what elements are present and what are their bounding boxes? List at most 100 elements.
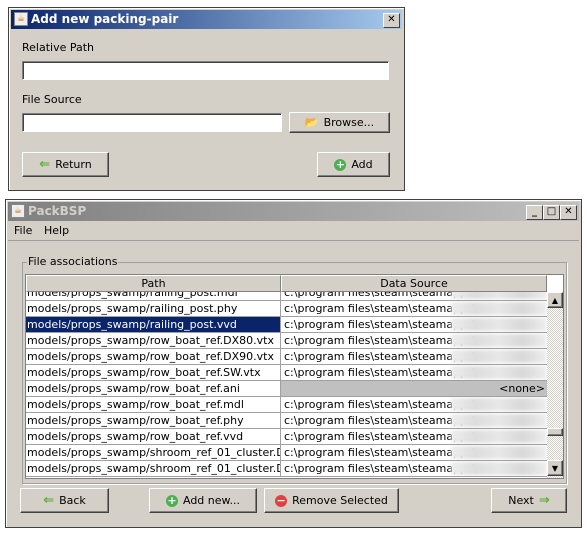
redacted-blur — [451, 414, 547, 427]
vertical-scrollbar[interactable]: ▲ ▼ — [547, 292, 563, 478]
table-row[interactable]: models/props_swamp/row_boat_ref.mdl c:\pr… — [26, 397, 547, 413]
redacted-blur — [451, 350, 547, 363]
data-source-cell[interactable]: c:\program files\steam\steamapps\ — [281, 317, 547, 332]
data-source-text: c:\program files\steam\steamapps\ — [284, 350, 477, 363]
table-body: models/props_swamp/railing_post.mdl c:\pr… — [26, 285, 547, 478]
add-pair-dialog: ☕ Add new packing-pair ✕ Relative Path F… — [8, 7, 405, 191]
next-button[interactable]: Next ⇒ — [491, 488, 567, 513]
path-cell[interactable]: models/props_swamp/railing_post.vvd — [26, 317, 281, 332]
scroll-up-button[interactable]: ▲ — [547, 292, 563, 308]
redacted-blur — [451, 366, 547, 379]
data-source-text: c:\program files\steam\steamapps\ — [284, 446, 477, 459]
scroll-thumb[interactable] — [547, 428, 563, 436]
java-icon: ☕ — [14, 12, 28, 26]
column-header-data-source[interactable]: Data Source — [281, 275, 547, 292]
add-new-button[interactable]: + Add new... — [149, 488, 257, 513]
minimize-button[interactable]: _ — [526, 205, 543, 220]
main-title: PackBSP — [28, 204, 87, 218]
browse-button[interactable]: 📂 Browse... — [289, 112, 390, 133]
close-button[interactable]: ✕ — [560, 205, 577, 220]
path-cell[interactable]: models/props_swamp/row_boat_ref.vvd — [26, 429, 281, 444]
table-row[interactable]: models/props_swamp/row_boat_ref.DX90.vtx… — [26, 349, 547, 365]
dialog-title-bar[interactable]: ☕ Add new packing-pair ✕ — [11, 10, 402, 29]
remove-selected-button[interactable]: − Remove Selected — [264, 488, 399, 513]
path-cell[interactable]: models/props_swamp/shroom_ref_01_cluster… — [26, 461, 281, 476]
plus-circle-icon: + — [165, 493, 178, 507]
path-cell[interactable]: models/props_swamp/row_boat_ref.SW.vtx — [26, 365, 281, 380]
main-title-bar[interactable]: ☕ PackBSP _ □ ✕ — [8, 202, 579, 221]
data-source-cell[interactable]: c:\program files\steam\steamapps\ — [281, 461, 547, 476]
data-source-text: c:\program files\steam\steamapps\ — [284, 334, 477, 347]
redacted-blur — [451, 398, 547, 411]
file-source-input[interactable] — [22, 113, 282, 132]
data-source-cell[interactable]: c:\program files\steam\steamapps\ — [281, 349, 547, 364]
redacted-blur — [451, 430, 547, 443]
data-source-text: c:\program files\steam\steamapps\ — [284, 366, 477, 379]
plus-circle-icon: + — [334, 157, 347, 171]
table-row[interactable]: models/props_swamp/row_boat_ref.SW.vtx c:… — [26, 365, 547, 381]
data-source-cell[interactable]: c:\program files\steam\steamapps\ — [281, 445, 547, 460]
table-row[interactable]: models/props_swamp/railing_post.phy c:\pr… — [26, 301, 547, 317]
table-row[interactable]: models/props_swamp/shroom_ref_01_cluster… — [26, 445, 547, 461]
file-source-label: File Source — [22, 93, 82, 106]
data-source-text: c:\program files\steam\steamapps\ — [284, 430, 477, 443]
browse-label: Browse... — [323, 116, 375, 129]
group-label: File associations — [27, 255, 119, 268]
table-row[interactable]: models/props_swamp/row_boat_ref.DX80.vtx… — [26, 333, 547, 349]
relative-path-input[interactable] — [22, 61, 389, 80]
return-button[interactable]: ⇐ Return — [22, 152, 109, 177]
arrow-left-icon: ⇐ — [43, 493, 55, 508]
redacted-blur — [451, 334, 547, 347]
column-header-path[interactable]: Path — [26, 275, 281, 292]
relative-path-label: Relative Path — [22, 41, 95, 54]
data-source-cell[interactable]: c:\program files\steam\steamapps\ — [281, 397, 547, 412]
table-row[interactable]: models/props_swamp/shroom_ref_01_cluster… — [26, 461, 547, 477]
folder-search-icon: 📂 — [304, 116, 319, 129]
maximize-button[interactable]: □ — [543, 205, 560, 220]
data-source-cell[interactable]: c:\program files\steam\steamapps\ — [281, 333, 547, 348]
back-label: Back — [59, 494, 86, 507]
data-source-text: <none> — [499, 382, 545, 395]
scroll-down-button[interactable]: ▼ — [547, 460, 563, 476]
arrow-right-icon: ⇒ — [538, 493, 550, 508]
data-source-cell[interactable]: c:\program files\steam\steamapps\ — [281, 301, 547, 316]
path-cell[interactable]: models/props_swamp/railing_post.phy — [26, 301, 281, 316]
table-header: Path Data Source — [26, 275, 547, 292]
redacted-blur — [451, 462, 547, 475]
back-button[interactable]: ⇐ Back — [20, 488, 109, 513]
dialog-title: Add new packing-pair — [31, 12, 179, 26]
java-icon: ☕ — [11, 204, 25, 218]
close-button[interactable]: ✕ — [383, 13, 400, 28]
menu-help[interactable]: Help — [44, 224, 69, 237]
path-cell[interactable]: models/props_swamp/row_boat_ref.ani — [26, 381, 281, 396]
path-cell[interactable]: models/props_swamp/row_boat_ref.DX80.vtx — [26, 333, 281, 348]
redacted-blur — [451, 446, 547, 459]
arrow-left-icon: ⇐ — [39, 157, 51, 172]
path-cell[interactable]: models/props_swamp/row_boat_ref.phy — [26, 413, 281, 428]
table-row[interactable]: models/props_swamp/row_boat_ref.ani <none… — [26, 381, 547, 397]
add-button[interactable]: + Add — [317, 152, 390, 177]
next-label: Next — [508, 494, 534, 507]
menu-bar: File Help — [8, 222, 579, 241]
data-source-cell[interactable]: c:\program files\steam\steamapps\ — [281, 365, 547, 380]
data-source-cell[interactable]: c:\program files\steam\steamapps\ — [281, 413, 547, 428]
data-source-cell[interactable]: c:\program files\steam\steamapps\ — [281, 429, 547, 444]
add-new-label: Add new... — [182, 494, 240, 507]
data-source-text: c:\program files\steam\steamapps\ — [284, 414, 477, 427]
path-cell[interactable]: models/props_swamp/row_boat_ref.mdl — [26, 397, 281, 412]
menu-file[interactable]: File — [14, 224, 32, 237]
table-row[interactable]: models/props_swamp/row_boat_ref.phy c:\pr… — [26, 413, 547, 429]
file-table: Path Data Source models/props_swamp/rail… — [25, 274, 564, 479]
return-label: Return — [55, 158, 92, 171]
path-cell[interactable]: models/props_swamp/row_boat_ref.DX90.vtx — [26, 349, 281, 364]
table-row[interactable]: models/props_swamp/row_boat_ref.vvd c:\pr… — [26, 429, 547, 445]
minus-circle-icon: − — [275, 493, 288, 507]
data-source-cell[interactable]: <none> — [281, 381, 547, 396]
packbsp-window: ☕ PackBSP _ □ ✕ File Help File associati… — [5, 199, 582, 528]
data-source-text: c:\program files\steam\steamapps\ — [284, 398, 477, 411]
path-cell[interactable]: models/props_swamp/shroom_ref_01_cluster… — [26, 445, 281, 460]
table-row[interactable]: models/props_swamp/railing_post.vvd c:\pr… — [26, 317, 547, 333]
remove-label: Remove Selected — [292, 494, 388, 507]
add-label: Add — [351, 158, 373, 171]
redacted-blur — [451, 318, 547, 331]
